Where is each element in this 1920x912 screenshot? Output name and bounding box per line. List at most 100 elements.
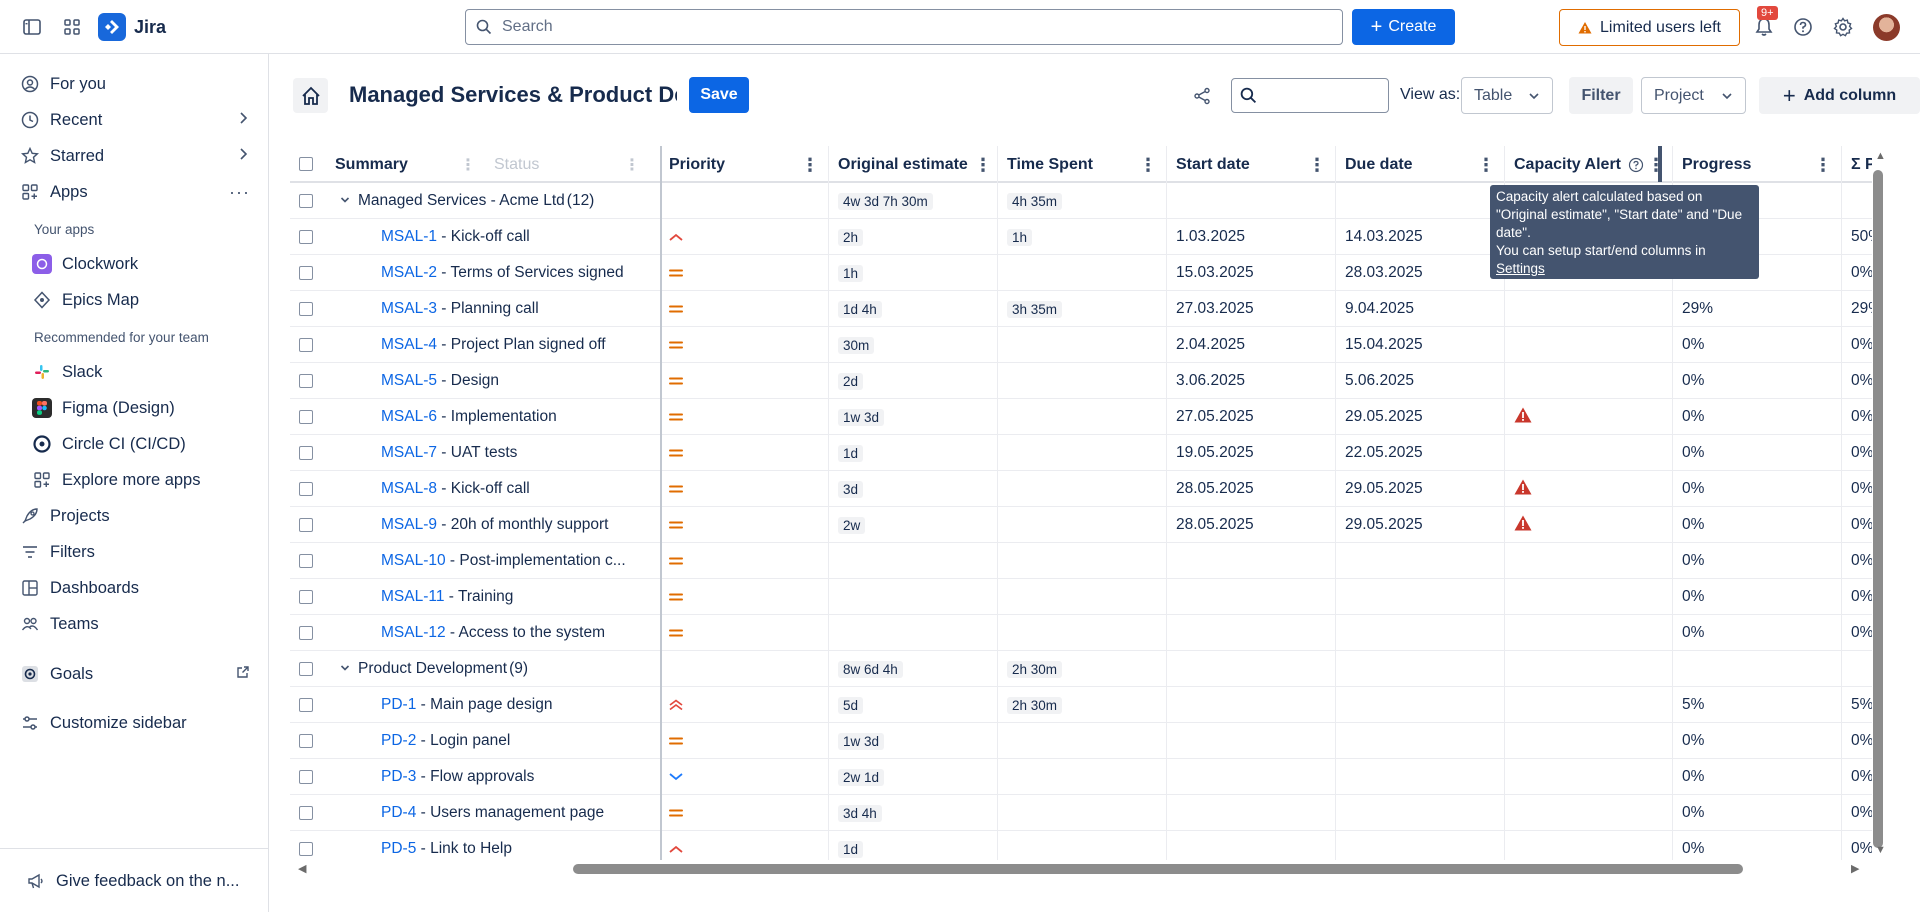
group-by-select[interactable]: Project — [1641, 77, 1746, 114]
chevron-down-icon[interactable] — [340, 662, 352, 676]
table-row[interactable]: MSAL-8 - Kick-off call 3d 28.05.2025 29.05.… — [290, 471, 1872, 507]
issue-key-link[interactable]: MSAL-6 — [381, 408, 437, 426]
issue-key-link[interactable]: PD-4 — [381, 804, 416, 822]
home-button[interactable] — [293, 78, 328, 113]
column-menu-icon[interactable]: ⋮ — [1476, 155, 1496, 175]
sidebar-item-apps[interactable]: Apps ··· — [20, 177, 250, 207]
page-title[interactable]: Managed Services & Product Development — [349, 82, 677, 108]
summary-cell[interactable]: MSAL-1 - Kick-off call — [326, 219, 660, 255]
column-header-due-date[interactable]: Due date ⋮ — [1336, 146, 1505, 183]
table-row[interactable]: PD-4 - Users management page 3d 4h 0% 0% — [290, 795, 1872, 831]
summary-cell[interactable]: MSAL-4 - Project Plan signed off — [326, 327, 660, 363]
table-row[interactable]: MSAL-5 - Design 2d 3.06.2025 5.06.2025 0% 0% — [290, 363, 1872, 399]
column-header-sum-progress[interactable]: Σ Pr — [1842, 146, 1872, 183]
issue-key-link[interactable]: MSAL-5 — [381, 372, 437, 390]
group-row[interactable]: Product Development (9) 8w 6d 4h 2h 30m — [290, 651, 1872, 687]
chevron-right-icon[interactable] — [236, 111, 250, 130]
table-row[interactable]: MSAL-10 - Post-implementation c... 0% 0% — [290, 543, 1872, 579]
table-row[interactable]: MSAL-7 - UAT tests 1d 19.05.2025 22.05.2025… — [290, 435, 1872, 471]
scroll-left-arrow-icon[interactable]: ◀ — [298, 862, 306, 875]
issue-key-link[interactable]: MSAL-2 — [381, 264, 437, 282]
issue-key-link[interactable]: MSAL-7 — [381, 444, 437, 462]
chevron-right-icon[interactable] — [236, 147, 250, 166]
filter-button[interactable]: Filter — [1569, 77, 1633, 114]
give-feedback-link[interactable]: Give feedback on the n... — [26, 866, 256, 896]
column-header-capacity-alert[interactable]: Capacity Alert ⋮ — [1505, 146, 1673, 183]
sidebar-item-projects[interactable]: Projects — [20, 501, 250, 531]
row-checkbox[interactable] — [299, 230, 313, 244]
issue-key-link[interactable]: MSAL-4 — [381, 336, 437, 354]
row-checkbox[interactable] — [299, 194, 313, 208]
sidebar-item-clockwork[interactable]: Clockwork — [32, 249, 262, 279]
summary-cell[interactable]: MSAL-5 - Design — [326, 363, 660, 399]
issue-key-link[interactable]: MSAL-12 — [381, 624, 446, 642]
row-checkbox[interactable] — [299, 338, 313, 352]
issue-key-link[interactable]: PD-1 — [381, 696, 416, 714]
row-checkbox[interactable] — [299, 698, 313, 712]
row-checkbox[interactable] — [299, 806, 313, 820]
capacity-warning-icon[interactable] — [1514, 407, 1532, 423]
column-menu-icon[interactable]: ⋮ — [973, 155, 993, 175]
row-checkbox[interactable] — [299, 446, 313, 460]
column-menu-icon[interactable]: ⋮ — [1307, 155, 1327, 175]
sidebar-item-circleci[interactable]: Circle CI (CI/CD) — [32, 429, 262, 459]
issue-key-link[interactable]: MSAL-9 — [381, 516, 437, 534]
summary-cell[interactable]: PD-1 - Main page design — [326, 687, 660, 723]
row-checkbox[interactable] — [299, 662, 313, 676]
issue-key-link[interactable]: PD-2 — [381, 732, 416, 750]
summary-cell[interactable]: MSAL-9 - 20h of monthly support — [326, 507, 660, 543]
row-checkbox[interactable] — [299, 410, 313, 424]
column-menu-icon[interactable]: ⋮ — [1813, 155, 1833, 175]
summary-cell[interactable]: MSAL-2 - Terms of Services signed — [326, 255, 660, 291]
table-row[interactable]: MSAL-6 - Implementation 1w 3d 27.05.2025 29… — [290, 399, 1872, 435]
sidebar-item-filters[interactable]: Filters — [20, 537, 250, 567]
column-header-original-estimate[interactable]: Original estimate ⋮ — [829, 146, 998, 183]
summary-cell[interactable]: MSAL-6 - Implementation — [326, 399, 660, 435]
issue-key-link[interactable]: MSAL-10 — [381, 552, 446, 570]
column-header-status[interactable]: ⋮ Status ⋮ — [456, 146, 660, 183]
row-checkbox[interactable] — [299, 626, 313, 640]
column-header-progress[interactable]: Progress ⋮ — [1673, 146, 1842, 183]
summary-cell[interactable]: MSAL-10 - Post-implementation c... — [326, 543, 660, 579]
table-row[interactable]: PD-5 - Link to Help 1d 0% 0% — [290, 831, 1872, 860]
sidebar-item-figma[interactable]: Figma (Design) — [32, 393, 262, 423]
row-checkbox[interactable] — [299, 266, 313, 280]
table-row[interactable]: PD-2 - Login panel 1w 3d 0% 0% — [290, 723, 1872, 759]
table-row[interactable]: MSAL-11 - Training 0% 0% — [290, 579, 1872, 615]
sidebar-item-epics-map[interactable]: Epics Map — [32, 285, 262, 315]
row-checkbox[interactable] — [299, 302, 313, 316]
table-row[interactable]: MSAL-4 - Project Plan signed off 30m 2.04.… — [290, 327, 1872, 363]
column-resize-handle[interactable] — [1658, 146, 1662, 182]
sidebar-item-customize[interactable]: Customize sidebar — [20, 708, 250, 738]
row-checkbox[interactable] — [299, 518, 313, 532]
issue-key-link[interactable]: PD-5 — [381, 840, 416, 858]
horizontal-scrollbar[interactable] — [573, 864, 1743, 874]
row-checkbox[interactable] — [299, 590, 313, 604]
sidebar-item-explore-apps[interactable]: Explore more apps — [32, 465, 262, 495]
summary-cell[interactable]: PD-2 - Login panel — [326, 723, 660, 759]
row-checkbox[interactable] — [299, 554, 313, 568]
frozen-column-divider[interactable] — [660, 146, 662, 860]
summary-cell[interactable]: PD-3 - Flow approvals — [326, 759, 660, 795]
issue-key-link[interactable]: MSAL-1 — [381, 228, 437, 246]
column-header-time-spent[interactable]: Time Spent ⋮ — [998, 146, 1167, 183]
issue-key-link[interactable]: MSAL-8 — [381, 480, 437, 498]
app-switcher-icon[interactable] — [59, 14, 85, 40]
help-icon[interactable] — [1628, 157, 1644, 173]
column-menu-icon[interactable]: ⋮ — [1646, 155, 1666, 175]
scroll-up-arrow-icon[interactable]: ▲ — [1875, 150, 1886, 162]
issue-key-link[interactable]: MSAL-11 — [381, 588, 444, 606]
sidebar-item-slack[interactable]: Slack — [32, 357, 262, 387]
save-button[interactable]: Save — [689, 77, 749, 113]
column-header-priority[interactable]: Priority ⋮ — [660, 146, 829, 183]
limited-users-button[interactable]: Limited users left — [1559, 9, 1740, 46]
issue-key-link[interactable]: MSAL-3 — [381, 300, 437, 318]
view-as-select[interactable]: Table — [1461, 77, 1553, 114]
summary-cell[interactable]: MSAL-11 - Training — [326, 579, 660, 615]
column-menu-icon[interactable]: ⋮ — [800, 155, 820, 175]
summary-cell[interactable]: MSAL-7 - UAT tests — [326, 435, 660, 471]
row-checkbox[interactable] — [299, 734, 313, 748]
summary-cell[interactable]: PD-4 - Users management page — [326, 795, 660, 831]
help-icon[interactable] — [1790, 14, 1816, 40]
table-row[interactable]: PD-3 - Flow approvals 2w 1d 0% 0% — [290, 759, 1872, 795]
